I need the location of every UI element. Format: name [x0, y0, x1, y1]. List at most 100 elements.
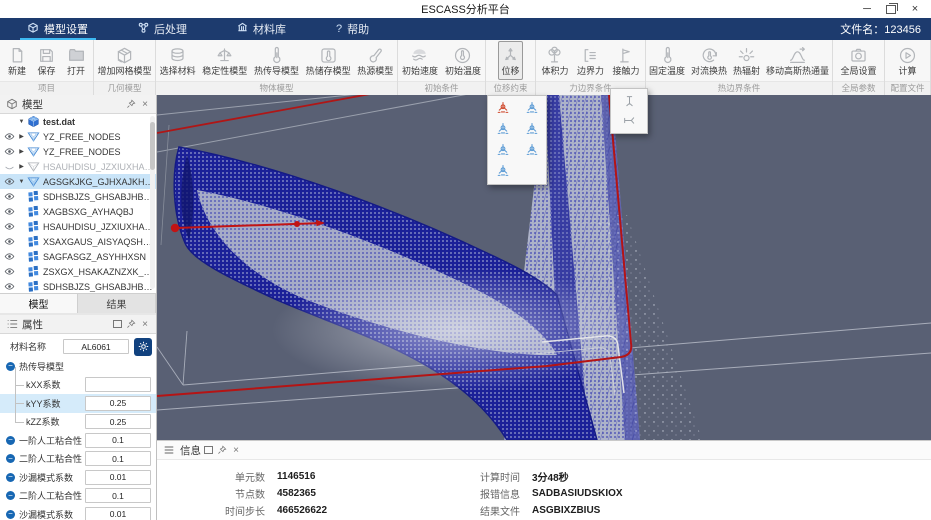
ribbon-button-heat-source-thermometer[interactable]: 热源模型 [354, 41, 396, 80]
visibility-hidden-eye-icon[interactable] [2, 161, 17, 172]
displacement-constraint-option-4[interactable] [517, 118, 546, 139]
ribbon-button-save[interactable]: 保存 [34, 41, 59, 80]
visibility-eye-icon[interactable] [2, 236, 17, 247]
tree-item[interactable]: ▶▶HSAUHDISU_JZXIUXHAHX [0, 219, 156, 234]
contact-option-2[interactable] [622, 113, 637, 128]
ribbon-button-volume-force-tree[interactable]: 体积力 [538, 41, 571, 80]
tree-item[interactable]: ▶ HSAUHDISU_JZXIUXHAHX [0, 159, 156, 174]
visibility-eye-icon[interactable] [2, 221, 17, 232]
ribbon-button-fixed-temperature-thermometer[interactable]: 固定温度 [646, 41, 688, 80]
ribbon-button-compute-play[interactable]: 计算 [895, 41, 920, 80]
ribbon-button-add-mesh[interactable]: 增加网格模型 [94, 41, 154, 80]
tree-item-label: AGSGKJKG_GJHXAJKHXA [43, 176, 156, 187]
pin-icon[interactable] [215, 443, 229, 457]
visibility-eye-icon[interactable] [2, 281, 17, 292]
displacement-constraint-option-5[interactable] [488, 139, 517, 160]
property-value-input[interactable]: 0.1 [85, 451, 151, 467]
property-value-input[interactable]: 0.25 [85, 395, 151, 411]
close-panel-icon[interactable]: × [229, 443, 243, 457]
displacement-constraint-option-7[interactable] [488, 160, 517, 181]
property-value-input[interactable]: 0.1 [85, 432, 151, 448]
displacement-constraint-option-1[interactable] [488, 97, 517, 118]
menu-tab-post-process[interactable]: 后处理 [130, 18, 195, 40]
ribbon-button-gauss-flux-curve[interactable]: 移动高斯热通量 [763, 41, 832, 80]
displacement-constraint-option-3[interactable] [488, 118, 517, 139]
expander-icon[interactable]: ▼ [17, 179, 26, 185]
close-panel-icon[interactable]: × [138, 97, 152, 111]
ribbon-button-open-folder[interactable]: 打开 [64, 41, 89, 80]
sidebar-tab-结果[interactable]: 结果 [78, 294, 156, 313]
visibility-eye-icon[interactable] [2, 191, 17, 202]
property-value-input[interactable]: AL6061 [63, 339, 129, 354]
menu-tab-model-settings[interactable]: 模型设置 [20, 18, 96, 40]
material-settings-button[interactable] [134, 337, 152, 356]
close-panel-icon[interactable]: × [138, 317, 152, 331]
menu-tab-material-lib[interactable]: 材料库 [229, 18, 294, 40]
displacement-constraint-option-6[interactable] [517, 139, 546, 160]
ribbon-button-material-layers[interactable]: 选择材料 [157, 41, 199, 80]
property-value-input[interactable] [85, 377, 151, 393]
visibility-eye-icon[interactable] [2, 131, 17, 142]
property-value-input[interactable]: 0.1 [85, 488, 151, 504]
ribbon-group: 选择材料 稳定性模型 热传导模型 热储存模型 热源模型 物体模型 [156, 40, 398, 95]
expander-icon[interactable]: ▶ [17, 163, 26, 170]
visibility-eye-icon[interactable] [2, 266, 17, 277]
collapse-minus-icon[interactable]: − [6, 509, 15, 519]
ribbon-button-displacement-axes[interactable]: 位移 [498, 41, 523, 80]
add-mesh-icon [115, 46, 134, 65]
tree-item[interactable]: ▶▶XAGBSXG_AYHAQBJ [0, 204, 156, 219]
ribbon-button-boundary-force-bracket[interactable]: 边界力 [574, 41, 607, 80]
collapse-minus-icon[interactable]: − [6, 435, 15, 445]
sidebar-tab-模型[interactable]: 模型 [0, 294, 78, 313]
collapse-minus-icon[interactable]: − [6, 361, 15, 371]
tree-item[interactable]: ▶▶SAGFASGZ_ASYHHXSN [0, 249, 156, 264]
collapse-minus-icon[interactable]: − [6, 454, 15, 464]
property-value-input[interactable]: 0.01 [85, 506, 151, 520]
collapse-minus-icon[interactable]: − [6, 472, 15, 482]
ribbon-button-heat-storage-thermometer[interactable]: 热储存模型 [303, 41, 354, 80]
initial-velocity-wave-icon [410, 46, 429, 65]
visibility-eye-icon[interactable] [2, 206, 17, 217]
ribbon-button-new-file[interactable]: 新建 [5, 41, 30, 80]
collapse-minus-icon[interactable]: − [6, 491, 15, 501]
tree-item[interactable]: ▶ YZ_FREE_NODES [0, 144, 156, 159]
visibility-eye-icon[interactable] [2, 176, 17, 187]
tiles-icon [27, 205, 40, 218]
restore-panel-icon[interactable] [110, 317, 124, 331]
property-value-input[interactable]: 0.25 [85, 414, 151, 430]
tree-item[interactable]: ▶ YZ_FREE_NODES [0, 129, 156, 144]
tree-item[interactable]: ▶▶ZSXGX_HSAKAZNZXK_AHASX [0, 264, 156, 279]
tree-item[interactable]: ▶▶SDHSBJZS_GHSABJHB_ZAHU [0, 189, 156, 204]
ribbon-button-global-settings-camera[interactable]: 全局设置 [837, 41, 879, 80]
displacement-constraint-option-2[interactable] [517, 97, 546, 118]
tree-item[interactable]: ▶▶SDHSBJZS_GHSABJHB_ZAHU [0, 279, 156, 293]
maximize-button[interactable] [879, 0, 903, 18]
tree-item[interactable]: ▼ AGSGKJKG_GJHXAJKHXA [0, 174, 156, 189]
expander-icon[interactable]: ▶ [17, 148, 26, 155]
ribbon-button-initial-velocity-wave[interactable]: 初始速度 [399, 41, 441, 80]
ribbon-button-initial-temperature-thermometer[interactable]: 初始温度 [442, 41, 484, 80]
expander-icon[interactable]: ▼ [17, 119, 26, 125]
tree-item[interactable]: ▼ test.dat [0, 114, 156, 129]
menu-tab-help[interactable]: ? 帮助 [328, 18, 377, 40]
ribbon-button-convection-arrow[interactable]: 对流换热 [688, 41, 730, 80]
ribbon-button-stability-balance[interactable]: 稳定性模型 [199, 41, 250, 80]
property-row: − 二阶人工粘合性 0.1 [0, 450, 156, 469]
expander-icon[interactable]: ▶ [17, 133, 26, 140]
tree-scrollbar[interactable] [150, 116, 155, 289]
pin-icon[interactable] [124, 97, 138, 111]
close-button[interactable]: × [903, 0, 927, 18]
tree-item[interactable]: ▶▶XSAXGAUS_AISYAQSH_ASHX [0, 234, 156, 249]
visibility-eye-icon[interactable] [2, 146, 17, 157]
tiles-icon [27, 235, 40, 248]
pin-icon[interactable] [124, 317, 138, 331]
restore-panel-icon[interactable] [201, 443, 215, 457]
ribbon-button-label: 打开 [66, 66, 85, 76]
visibility-eye-icon[interactable] [2, 251, 17, 262]
ribbon-button-heat-conduction-thermometer[interactable]: 热传导模型 [251, 41, 302, 80]
property-value-input[interactable]: 0.01 [85, 469, 151, 485]
ribbon-button-radiation-rays[interactable]: 热辐射 [730, 41, 763, 80]
minimize-button[interactable]: ─ [855, 0, 879, 18]
ribbon-button-contact-force-flag[interactable]: 接触力 [609, 41, 642, 80]
contact-option-1[interactable] [622, 94, 637, 109]
